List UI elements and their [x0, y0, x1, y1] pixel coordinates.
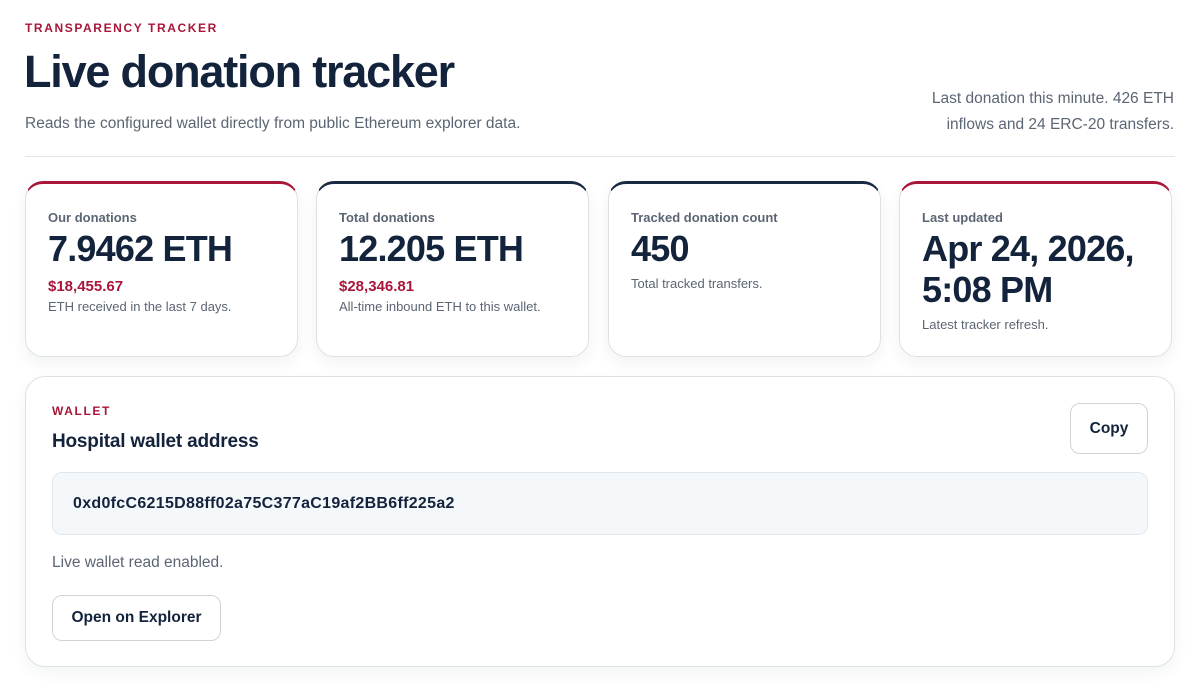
wallet-address-text: 0xd0fcC6215D88ff02a75C377aC19af2BB6ff225… [73, 494, 455, 512]
stat-card-total-donations: Total donations 12.205 ETH $28,346.81 Al… [316, 181, 589, 357]
stat-card-last-updated: Last updated Apr 24, 2026, 5:08 PM Lates… [899, 181, 1172, 357]
stat-value: 7.9462 ETH [48, 228, 233, 269]
stat-note: All-time inbound ETH to this wallet. [339, 298, 541, 314]
wallet-title: Hospital wallet address [52, 431, 259, 452]
page-title: Live donation tracker [24, 46, 455, 97]
page-subtitle: Reads the configured wallet directly fro… [25, 115, 521, 132]
stat-label: Tracked donation count [631, 210, 778, 225]
stat-usd-value: $28,346.81 [339, 277, 415, 295]
wallet-status-text: Live wallet read enabled. [52, 554, 224, 571]
stat-note: ETH received in the last 7 days. [48, 298, 232, 314]
last-donation-line-1: Last donation this minute. 426 ETH [931, 90, 1174, 107]
wallet-address-field[interactable]: 0xd0fcC6215D88ff02a75C377aC19af2BB6ff225… [52, 472, 1148, 535]
stat-card-donation-count: Tracked donation count 450 Total tracked… [608, 181, 881, 357]
stat-value-time: 5:08 PM [922, 268, 1053, 310]
stat-label: Our donations [48, 210, 137, 225]
stat-value: 450 [631, 228, 689, 269]
stat-usd-value: $18,455.67 [48, 277, 124, 295]
last-donation-line-2: inflows and 24 ERC-20 transfers. [946, 116, 1174, 133]
stat-note: Latest tracker refresh. [922, 317, 1049, 333]
last-donation-summary: Last donation this minute. 426 ETH inflo… [874, 86, 1174, 138]
wallet-card: WALLET Hospital wallet address Copy 0xd0… [25, 376, 1175, 667]
copy-button[interactable]: Copy [1070, 403, 1148, 454]
stat-note: Total tracked transfers. [631, 275, 763, 291]
stat-value: 12.205 ETH [339, 228, 524, 269]
page-eyebrow: TRANSPARENCY TRACKER [25, 21, 218, 35]
stat-label: Total donations [339, 210, 435, 225]
stat-label: Last updated [922, 210, 1003, 225]
stat-card-our-donations: Our donations 7.9462 ETH $18,455.67 ETH … [25, 181, 298, 357]
wallet-eyebrow: WALLET [52, 404, 111, 418]
header-divider [25, 156, 1175, 157]
open-on-explorer-button[interactable]: Open on Explorer [52, 595, 221, 641]
tracker-page: TRANSPARENCY TRACKER Live donation track… [0, 0, 1194, 682]
stat-value-date: Apr 24, 2026, [922, 228, 1135, 269]
